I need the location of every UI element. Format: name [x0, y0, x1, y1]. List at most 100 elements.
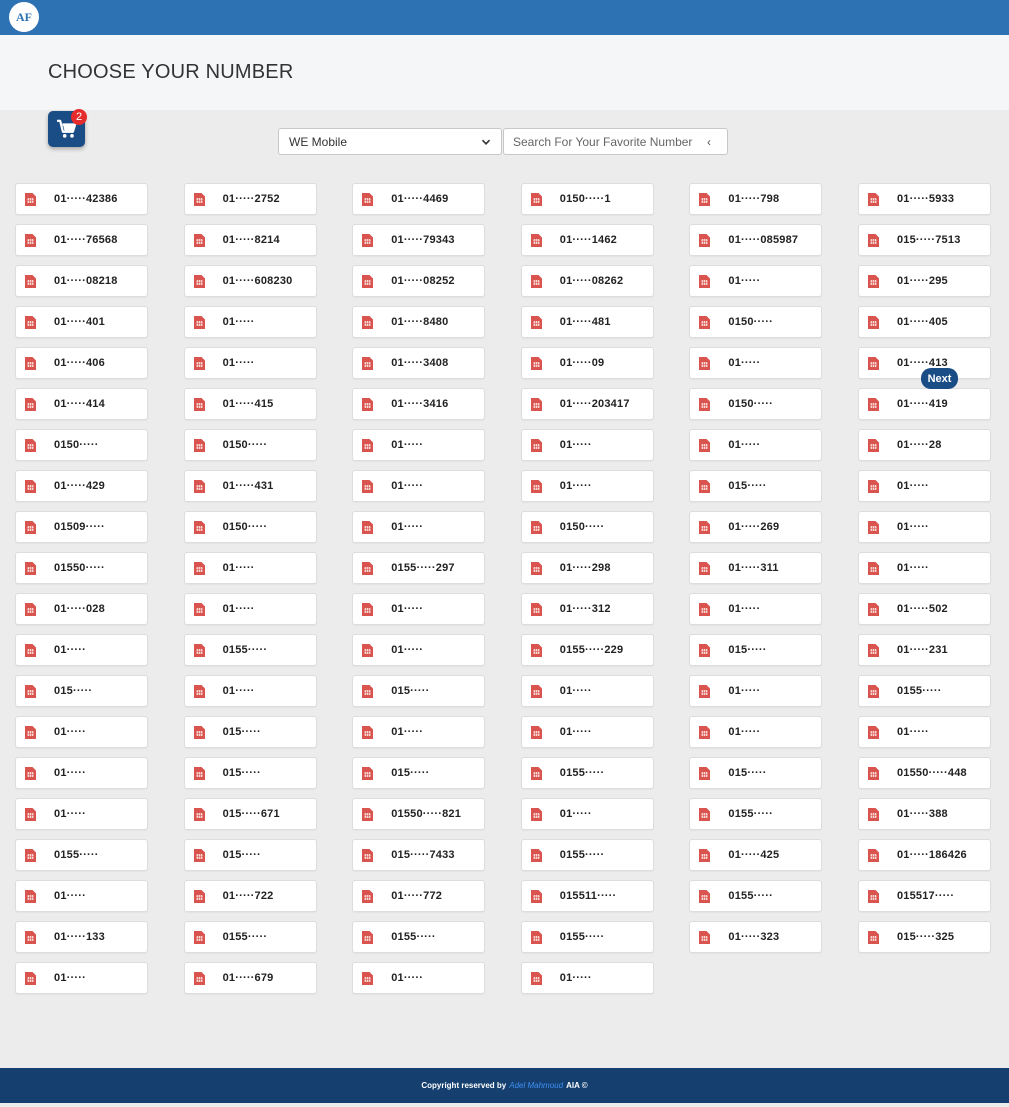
number-card[interactable]: 01550·····821 [352, 798, 486, 830]
number-card[interactable]: 0155·····297 [352, 552, 486, 584]
number-card[interactable]: 01·····08262 [520, 265, 654, 297]
number-card[interactable]: 01····· [689, 429, 823, 461]
number-card[interactable]: 015····· [352, 757, 486, 789]
number-card[interactable]: 0150····· [183, 511, 317, 543]
number-card[interactable]: 01·····429 [15, 470, 148, 502]
number-card[interactable]: 01····· [689, 265, 823, 297]
number-card[interactable]: 015····· [183, 716, 317, 748]
number-card[interactable]: 01····· [15, 798, 148, 830]
number-card[interactable]: 01····· [15, 716, 148, 748]
cart-button[interactable]: 2 [48, 109, 87, 147]
number-card[interactable]: 0155·····229 [520, 634, 654, 666]
number-card[interactable]: 01·····133 [15, 921, 148, 953]
number-card[interactable]: 015····· [689, 634, 823, 666]
number-card[interactable]: 015····· [183, 757, 317, 789]
number-card[interactable]: 01····· [352, 962, 486, 994]
number-card[interactable]: 0150·····1 [520, 183, 654, 215]
number-card[interactable]: 01·····085987 [689, 224, 823, 256]
number-card[interactable]: 01509····· [15, 511, 148, 543]
number-card[interactable]: 0150····· [15, 429, 148, 461]
number-card[interactable]: 0155····· [520, 757, 654, 789]
number-card[interactable]: 01····· [857, 716, 991, 748]
number-card[interactable]: 01·····203417 [520, 388, 654, 420]
number-card[interactable]: 01····· [520, 470, 654, 502]
number-card[interactable]: 01·····323 [689, 921, 823, 953]
number-card[interactable]: 01····· [352, 470, 486, 502]
number-card[interactable]: 01····· [352, 593, 486, 625]
number-card[interactable]: 01····· [857, 511, 991, 543]
number-card[interactable]: 01····· [352, 716, 486, 748]
number-card[interactable]: 0150····· [183, 429, 317, 461]
number-card[interactable]: 015·····325 [857, 921, 991, 953]
number-card[interactable]: 015····· [689, 470, 823, 502]
number-card[interactable]: 01·····405 [857, 306, 991, 338]
number-card[interactable]: 01·····186426 [857, 839, 991, 871]
number-card[interactable]: 0150····· [520, 511, 654, 543]
logo[interactable]: AF [9, 2, 39, 32]
number-card[interactable]: 01·····8480 [352, 306, 486, 338]
number-card[interactable]: 01·····401 [15, 306, 148, 338]
number-card[interactable]: 01·····3408 [352, 347, 486, 379]
number-card[interactable]: 01·····08218 [15, 265, 148, 297]
number-card[interactable]: 01·····431 [183, 470, 317, 502]
number-card[interactable]: 01·····772 [352, 880, 486, 912]
number-card[interactable]: 01·····08252 [352, 265, 486, 297]
number-card[interactable]: 01550····· [15, 552, 148, 584]
number-card[interactable]: 01·····3416 [352, 388, 486, 420]
number-card[interactable]: 01····· [15, 634, 148, 666]
number-card[interactable]: 015····· [689, 757, 823, 789]
number-card[interactable]: 0155····· [520, 921, 654, 953]
number-card[interactable]: 01550·····448 [857, 757, 991, 789]
number-card[interactable]: 01····· [352, 429, 486, 461]
number-card[interactable]: 0155····· [857, 675, 991, 707]
number-card[interactable]: 01····· [520, 429, 654, 461]
number-card[interactable]: 01·····76568 [15, 224, 148, 256]
number-card[interactable]: 01····· [520, 962, 654, 994]
number-card[interactable]: 01····· [689, 593, 823, 625]
number-card[interactable]: 01·····406 [15, 347, 148, 379]
number-card[interactable]: 015·····671 [183, 798, 317, 830]
number-card[interactable]: 01·····5933 [857, 183, 991, 215]
number-card[interactable]: 01·····2752 [183, 183, 317, 215]
number-card[interactable]: 015517····· [857, 880, 991, 912]
search-input[interactable] [513, 134, 703, 149]
chevron-left-icon[interactable]: ‹ [707, 135, 711, 149]
number-card[interactable]: 015····· [183, 839, 317, 871]
number-card[interactable]: 01·····295 [857, 265, 991, 297]
number-card[interactable]: 01·····679 [183, 962, 317, 994]
operator-select[interactable]: WE Mobile [278, 128, 502, 155]
number-card[interactable]: 0155····· [352, 921, 486, 953]
number-card[interactable]: 0155····· [689, 798, 823, 830]
number-card[interactable]: 0155····· [15, 839, 148, 871]
number-card[interactable]: 01·····8214 [183, 224, 317, 256]
number-card[interactable]: 0155····· [183, 634, 317, 666]
number-card[interactable]: 01·····28 [857, 429, 991, 461]
number-card[interactable]: 01·····414 [15, 388, 148, 420]
number-card[interactable]: 015511····· [520, 880, 654, 912]
number-card[interactable]: 01····· [15, 757, 148, 789]
number-card[interactable]: 01·····722 [183, 880, 317, 912]
number-card[interactable]: 0155····· [689, 880, 823, 912]
number-card[interactable]: 015·····7433 [352, 839, 486, 871]
next-button[interactable]: Next [921, 368, 958, 389]
number-card[interactable]: 01·····481 [520, 306, 654, 338]
number-card[interactable]: 01····· [183, 593, 317, 625]
number-card[interactable]: 01····· [857, 470, 991, 502]
number-card[interactable]: 01·····09 [520, 347, 654, 379]
number-card[interactable]: 01····· [689, 347, 823, 379]
number-card[interactable]: 015·····7513 [857, 224, 991, 256]
number-card[interactable]: 01·····425 [689, 839, 823, 871]
number-card[interactable]: 01·····415 [183, 388, 317, 420]
number-card[interactable]: 0150····· [689, 306, 823, 338]
number-card[interactable]: 01·····798 [689, 183, 823, 215]
footer-author-link[interactable]: Adel Mahmoud [509, 1081, 563, 1090]
number-card[interactable]: 01····· [520, 675, 654, 707]
number-card[interactable]: 01·····608230 [183, 265, 317, 297]
number-card[interactable]: 01·····419 [857, 388, 991, 420]
number-card[interactable]: 01·····42386 [15, 183, 148, 215]
number-card[interactable]: 01····· [15, 880, 148, 912]
number-card[interactable]: 01····· [183, 347, 317, 379]
number-card[interactable]: 01····· [352, 634, 486, 666]
number-card[interactable]: 01·····4469 [352, 183, 486, 215]
number-card[interactable]: 01····· [520, 798, 654, 830]
